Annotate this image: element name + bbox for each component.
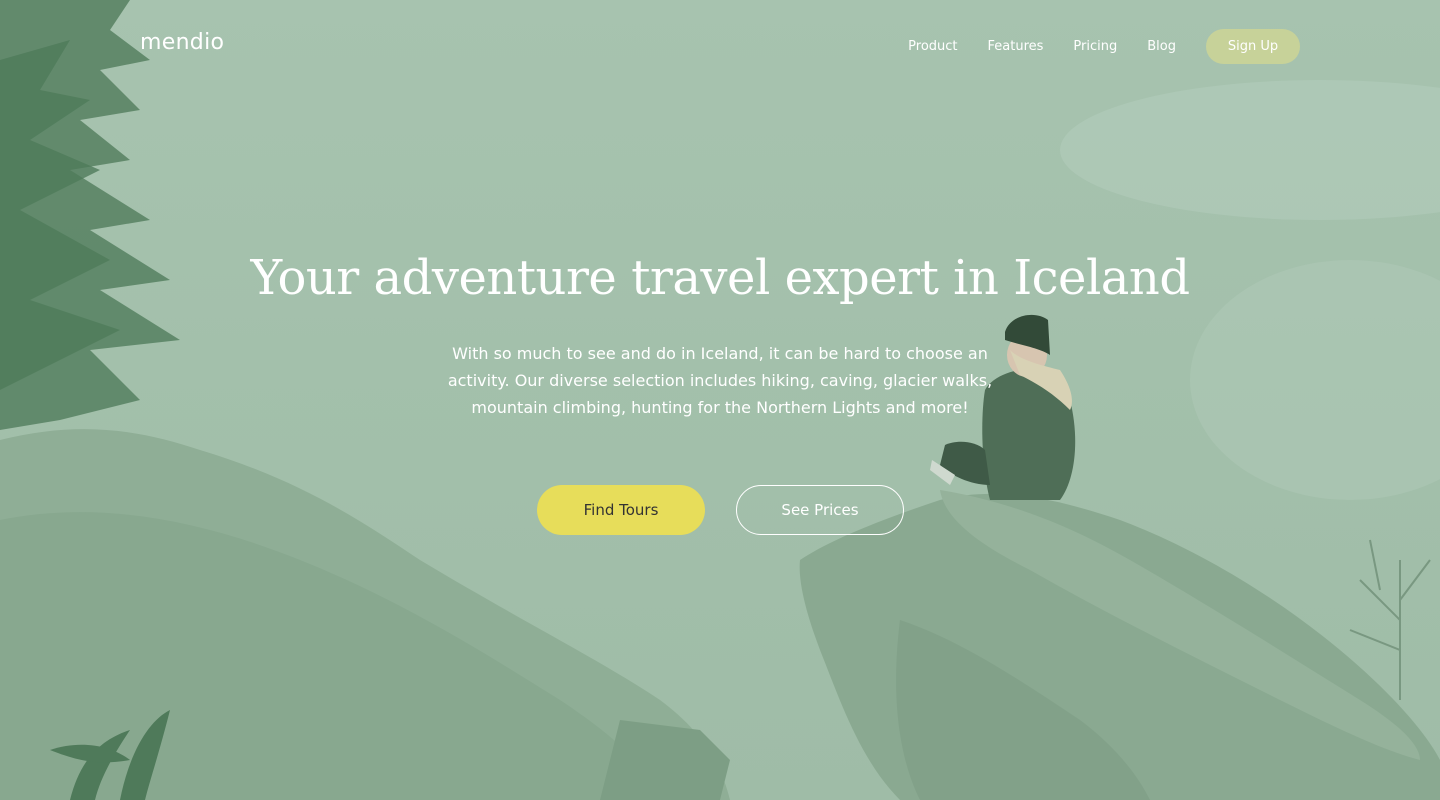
nav-link-features[interactable]: Features	[988, 39, 1044, 54]
find-tours-button[interactable]: Find Tours	[537, 485, 705, 535]
signup-button[interactable]: Sign Up	[1206, 29, 1300, 64]
nav-links: Product Features Pricing Blog Sign Up	[908, 29, 1300, 64]
brand-logo[interactable]: mendio	[140, 30, 224, 55]
nav-link-product[interactable]: Product	[908, 39, 957, 54]
navbar: mendio Product Features Pricing Blog Sig…	[0, 0, 1440, 94]
hero-headline: Your adventure travel expert in Iceland	[250, 250, 1190, 306]
hero-section: mendio Product Features Pricing Blog Sig…	[0, 0, 1440, 800]
hero-description: With so much to see and do in Iceland, i…	[447, 344, 993, 417]
nav-link-pricing[interactable]: Pricing	[1073, 39, 1117, 54]
nav-link-blog[interactable]: Blog	[1147, 39, 1176, 54]
see-prices-button[interactable]: See Prices	[736, 485, 904, 535]
